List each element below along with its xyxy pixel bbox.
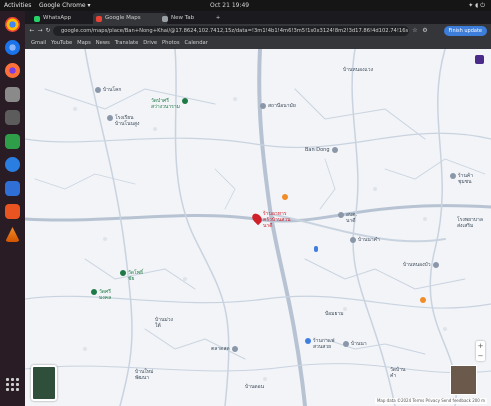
map-place-label[interactable]: ตลาดสด <box>211 346 238 352</box>
bookmark-item[interactable]: News <box>96 40 110 46</box>
system-status[interactable]: ✦ ◖ ⏻ <box>468 0 485 11</box>
new-tab-button[interactable]: + <box>213 13 223 24</box>
blue-marker-icon[interactable] <box>314 246 318 252</box>
red-location-pin-icon <box>250 211 264 226</box>
map-place-label[interactable]: บ้านหนองบัว <box>403 262 439 268</box>
settings-icon[interactable] <box>5 110 20 125</box>
map-place-label[interactable]: บ้านนาคำ <box>350 237 380 243</box>
map-place-label[interactable]: โรงเรียน บ้านโนนสูง <box>107 115 139 127</box>
temple-pin-icon <box>120 270 126 276</box>
temple-pin-icon <box>91 289 97 295</box>
maps-icon <box>96 16 102 22</box>
help-icon[interactable] <box>5 157 20 172</box>
map-place-label[interactable]: บ้านนา <box>343 341 367 347</box>
place-pin-icon <box>95 87 101 93</box>
map-place-label[interactable]: วัดบ้าน คำ <box>390 367 405 379</box>
bookmark-item[interactable]: Drive <box>143 40 157 46</box>
document-icon[interactable] <box>5 181 20 196</box>
zoom-out-button[interactable]: − <box>476 351 485 361</box>
government-pin-icon <box>338 212 344 218</box>
map-place-label[interactable]: ป้อมยาม <box>325 311 344 317</box>
update-button[interactable]: Finish update <box>443 26 487 36</box>
shop-pin-icon <box>450 173 456 179</box>
map-place-label[interactable]: โรงพยาบาล ส่งเสริม <box>457 217 483 229</box>
new-tab-icon <box>162 16 168 22</box>
place-pin-icon <box>331 147 338 153</box>
bookmark-star-icon[interactable]: ☆ <box>411 27 419 35</box>
vlc-icon[interactable] <box>5 227 20 242</box>
orange-marker-icon[interactable] <box>282 194 288 200</box>
whatsapp-icon <box>34 16 40 22</box>
extensions-icon[interactable]: ⚙ <box>421 27 429 35</box>
map-place-label[interactable]: วัดป่าศรี สว่างวนาราม <box>151 98 188 110</box>
selected-place-label: ร้านอาหาร ครัวบ้านสวน นาดี <box>263 211 291 229</box>
map-attribution: Map data ©2024 Terms Privacy Send feedba… <box>374 398 487 404</box>
app-menu[interactable]: Google Chrome ▾ <box>39 2 91 9</box>
map-place-label[interactable]: บ้านโคก <box>95 87 121 93</box>
cafe-pin-icon <box>305 338 311 344</box>
map-place-label[interactable]: บ้านหนองแวง <box>343 67 373 73</box>
bookmark-item[interactable]: Translate <box>115 40 139 46</box>
reload-icon[interactable]: ↻ <box>44 27 52 35</box>
system-top-bar: Activities Google Chrome ▾ Oct 21 19:49 … <box>0 0 491 11</box>
map-place-label[interactable]: สถานีอนามัย <box>260 103 296 109</box>
tab-whatsapp[interactable]: WhatsApp <box>31 13 101 24</box>
place-pin-icon <box>343 341 349 347</box>
bookmark-item[interactable]: YouTube <box>51 40 72 46</box>
tab-google-maps[interactable]: Google Maps <box>93 13 167 24</box>
spreadsheet-icon[interactable] <box>5 134 20 149</box>
software-center-icon[interactable] <box>5 204 20 219</box>
bookmark-item[interactable]: Photos <box>162 40 180 46</box>
place-pin-icon <box>432 262 439 268</box>
back-icon[interactable]: ← <box>28 27 36 35</box>
bookmark-item[interactable]: Calendar <box>185 40 208 46</box>
clock[interactable]: Oct 21 19:49 <box>210 0 249 11</box>
profile-avatar[interactable] <box>475 55 484 64</box>
bookmark-item[interactable]: Maps <box>77 40 91 46</box>
place-pin-icon <box>350 237 356 243</box>
map-place-label[interactable]: บ้านดอน <box>245 384 264 390</box>
street-view-thumbnail[interactable] <box>450 365 477 395</box>
chromium-icon[interactable] <box>5 40 20 55</box>
temple-pin-icon <box>181 98 188 104</box>
browser-tab-strip: WhatsApp Google Maps New Tab + <box>25 11 491 24</box>
place-pin-icon <box>260 103 266 109</box>
bookmarks-bar: Gmail YouTube Maps News Translate Drive … <box>25 38 491 49</box>
browser-toolbar: ← → ↻ google.com/maps/place/Ban+Nong+Kha… <box>25 24 491 38</box>
map-place-label[interactable]: Ban Dong <box>305 147 338 153</box>
map-place-label[interactable]: ร้านค้า ชุมชน <box>450 173 473 185</box>
forward-icon[interactable]: → <box>36 27 44 35</box>
map-place-label[interactable]: บ้านม่วง ใต้ <box>155 317 173 329</box>
address-bar[interactable]: google.com/maps/place/Ban+Nong+Khai/@17.… <box>53 26 409 36</box>
school-pin-icon <box>107 115 113 121</box>
dock <box>0 11 25 406</box>
map-place-label[interactable]: วัดศรี มงคล <box>91 289 111 301</box>
activities-button[interactable]: Activities <box>4 2 31 9</box>
map-canvas[interactable]: บ้านโคก วัดป่าศรี สว่างวนาราม โรงเรียน บ… <box>25 49 491 406</box>
map-place-label[interactable]: อบต. นาดี <box>338 212 357 224</box>
bookmark-item[interactable]: Gmail <box>31 40 46 46</box>
tab-new-tab[interactable]: New Tab <box>159 13 221 24</box>
market-pin-icon <box>231 346 238 352</box>
selected-place-marker[interactable]: ร้านอาหาร ครัวบ้านสวน นาดี <box>250 211 291 229</box>
tab-label: New Tab <box>171 15 195 21</box>
layers-toggle-button[interactable] <box>31 365 57 401</box>
orange-marker-icon[interactable] <box>420 297 426 303</box>
map-place-label[interactable]: วัดโพธิ์ ชัย <box>120 270 143 282</box>
map-place-label[interactable]: บ้านใหม่ พัฒนา <box>135 369 153 381</box>
firefox-icon[interactable] <box>5 63 20 78</box>
desktop-screen: Activities Google Chrome ▾ Oct 21 19:49 … <box>0 0 491 406</box>
chrome-icon[interactable] <box>5 17 20 32</box>
show-apps-icon[interactable] <box>6 378 19 391</box>
files-icon[interactable] <box>5 87 20 102</box>
tab-label: Google Maps <box>105 15 141 21</box>
zoom-controls[interactable]: + − <box>476 341 485 361</box>
map-place-label[interactable]: ร้านกาแฟ สวนสวย <box>305 338 335 350</box>
tab-label: WhatsApp <box>43 15 72 21</box>
zoom-in-button[interactable]: + <box>476 341 485 351</box>
